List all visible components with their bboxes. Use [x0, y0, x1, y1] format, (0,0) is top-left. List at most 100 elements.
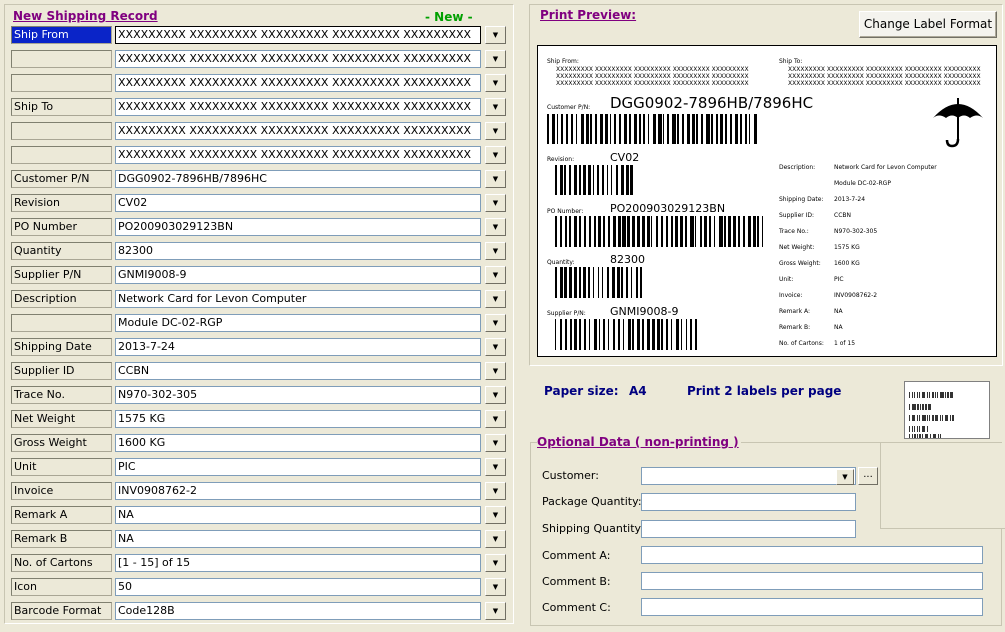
- package-quantity-field[interactable]: [641, 493, 856, 511]
- field-value-input[interactable]: XXXXXXXXX XXXXXXXXX XXXXXXXXX XXXXXXXXX …: [115, 98, 481, 116]
- field-label[interactable]: Ship From: [11, 26, 112, 44]
- chevron-down-icon[interactable]: ▼: [485, 194, 506, 212]
- chevron-down-icon[interactable]: ▼: [485, 242, 506, 260]
- field-label[interactable]: Revision: [11, 194, 112, 212]
- comment-b-label: Comment B:: [542, 575, 611, 588]
- field-value-input[interactable]: N970-302-305: [115, 386, 481, 404]
- chevron-down-icon[interactable]: ▼: [485, 266, 506, 284]
- field-label[interactable]: No. of Cartons: [11, 554, 112, 572]
- field-row: Remark A NA ▼: [11, 505, 507, 525]
- field-label[interactable]: [11, 122, 112, 140]
- field-value-input[interactable]: NA: [115, 530, 481, 548]
- record-status: - New -: [425, 10, 473, 24]
- field-value-input[interactable]: INV0908762-2: [115, 482, 481, 500]
- chevron-down-icon[interactable]: ▼: [485, 122, 506, 140]
- field-value-input[interactable]: XXXXXXXXX XXXXXXXXX XXXXXXXXX XXXXXXXXX …: [115, 26, 481, 44]
- field-label[interactable]: [11, 74, 112, 92]
- field-label[interactable]: [11, 50, 112, 68]
- field-value-input[interactable]: Module DC-02-RGP: [115, 314, 481, 332]
- shipping-quantity-label: Shipping Quantity:: [542, 522, 644, 535]
- chevron-down-icon[interactable]: ▼: [485, 410, 506, 428]
- chevron-down-icon[interactable]: ▼: [485, 434, 506, 452]
- shipping-quantity-field[interactable]: [641, 520, 856, 538]
- field-value-input[interactable]: PO200903029123BN: [115, 218, 481, 236]
- comment-a-field[interactable]: [641, 546, 983, 564]
- chevron-down-icon[interactable]: ▼: [485, 458, 506, 476]
- comment-c-field[interactable]: [641, 598, 983, 616]
- optional-frame-notch: [880, 443, 1005, 529]
- chevron-down-icon[interactable]: ▼: [485, 74, 506, 92]
- field-value-input[interactable]: DGG0902-7896HB/7896HC: [115, 170, 481, 188]
- chevron-down-icon[interactable]: ▼: [485, 26, 506, 44]
- label-detail-value: Network Card for Levon Computer: [834, 164, 937, 171]
- field-value-input[interactable]: 1575 KG: [115, 410, 481, 428]
- customer-pn-barcode: [547, 114, 759, 144]
- field-value-input[interactable]: [1 - 15] of 15: [115, 554, 481, 572]
- field-label[interactable]: Customer P/N: [11, 170, 112, 188]
- chevron-down-icon[interactable]: ▼: [485, 362, 506, 380]
- field-label[interactable]: Icon: [11, 578, 112, 596]
- chevron-down-icon[interactable]: ▼: [485, 506, 506, 524]
- field-label[interactable]: Remark B: [11, 530, 112, 548]
- field-label[interactable]: Supplier ID: [11, 362, 112, 380]
- field-label[interactable]: Supplier P/N: [11, 266, 112, 284]
- chevron-down-icon[interactable]: ▼: [485, 50, 506, 68]
- field-value-input[interactable]: NA: [115, 506, 481, 524]
- chevron-down-icon[interactable]: ▼: [485, 554, 506, 572]
- field-label[interactable]: Barcode Format: [11, 602, 112, 620]
- field-label[interactable]: Description: [11, 290, 112, 308]
- field-value-input[interactable]: CV02: [115, 194, 481, 212]
- chevron-down-icon[interactable]: ▼: [485, 290, 506, 308]
- label-detail-value: PIC: [834, 276, 844, 283]
- chevron-down-icon[interactable]: ▼: [485, 338, 506, 356]
- customer-select[interactable]: [641, 467, 856, 485]
- field-value-input[interactable]: XXXXXXXXX XXXXXXXXX XXXXXXXXX XXXXXXXXX …: [115, 146, 481, 164]
- chevron-down-icon[interactable]: ▼: [485, 578, 506, 596]
- field-label[interactable]: Ship To: [11, 98, 112, 116]
- field-label[interactable]: Shipping Date: [11, 338, 112, 356]
- chevron-down-icon[interactable]: ▼: [485, 170, 506, 188]
- field-label[interactable]: Quantity: [11, 242, 112, 260]
- chevron-down-icon[interactable]: ▼: [485, 530, 506, 548]
- field-value-input[interactable]: Network Card for Levon Computer: [115, 290, 481, 308]
- field-label[interactable]: [11, 146, 112, 164]
- field-value-input[interactable]: 50: [115, 578, 481, 596]
- change-label-format-button[interactable]: Change Label Format: [859, 11, 997, 38]
- field-row: XXXXXXXXX XXXXXXXXX XXXXXXXXX XXXXXXXXX …: [11, 73, 507, 93]
- field-value-input[interactable]: XXXXXXXXX XXXXXXXXX XXXXXXXXX XXXXXXXXX …: [115, 50, 481, 68]
- field-label[interactable]: Unit: [11, 458, 112, 476]
- thumb-barcode: [909, 426, 929, 432]
- field-label[interactable]: Net Weight: [11, 410, 112, 428]
- field-value-input[interactable]: 82300: [115, 242, 481, 260]
- chevron-down-icon[interactable]: ▼: [485, 482, 506, 500]
- field-value-input[interactable]: XXXXXXXXX XXXXXXXXX XXXXXXXXX XXXXXXXXX …: [115, 122, 481, 140]
- comment-b-field[interactable]: [641, 572, 983, 590]
- field-value-input[interactable]: CCBN: [115, 362, 481, 380]
- field-row: Ship From XXXXXXXXX XXXXXXXXX XXXXXXXXX X…: [11, 25, 507, 45]
- field-value-input[interactable]: PIC: [115, 458, 481, 476]
- po-number-barcode: [555, 216, 767, 247]
- field-value-input[interactable]: 2013-7-24: [115, 338, 481, 356]
- chevron-down-icon[interactable]: ▼: [485, 218, 506, 236]
- field-label[interactable]: [11, 314, 112, 332]
- chevron-down-icon[interactable]: ▼: [836, 469, 854, 485]
- field-row: Customer P/N DGG0902-7896HB/7896HC ▼: [11, 169, 507, 189]
- field-label[interactable]: Gross Weight: [11, 434, 112, 452]
- field-value-input[interactable]: 1600 KG: [115, 434, 481, 452]
- field-label[interactable]: Remark A: [11, 506, 112, 524]
- field-label[interactable]: Trace No.: [11, 386, 112, 404]
- field-value-input[interactable]: GNMI9008-9: [115, 266, 481, 284]
- chevron-down-icon[interactable]: ▼: [485, 98, 506, 116]
- field-value-input[interactable]: XXXXXXXXX XXXXXXXXX XXXXXXXXX XXXXXXXXX …: [115, 74, 481, 92]
- chevron-down-icon[interactable]: ▼: [485, 314, 506, 332]
- page-thumbnail[interactable]: [904, 381, 990, 439]
- customer-browse-button[interactable]: ...: [858, 467, 878, 485]
- field-label[interactable]: Invoice: [11, 482, 112, 500]
- chevron-down-icon[interactable]: ▼: [485, 146, 506, 164]
- chevron-down-icon[interactable]: ▼: [485, 386, 506, 404]
- field-value-input[interactable]: Code128B: [115, 602, 481, 620]
- package-quantity-label: Package Quantity:: [542, 495, 642, 508]
- chevron-down-icon[interactable]: ▼: [485, 602, 506, 620]
- field-label[interactable]: PO Number: [11, 218, 112, 236]
- comment-c-label: Comment C:: [542, 601, 611, 614]
